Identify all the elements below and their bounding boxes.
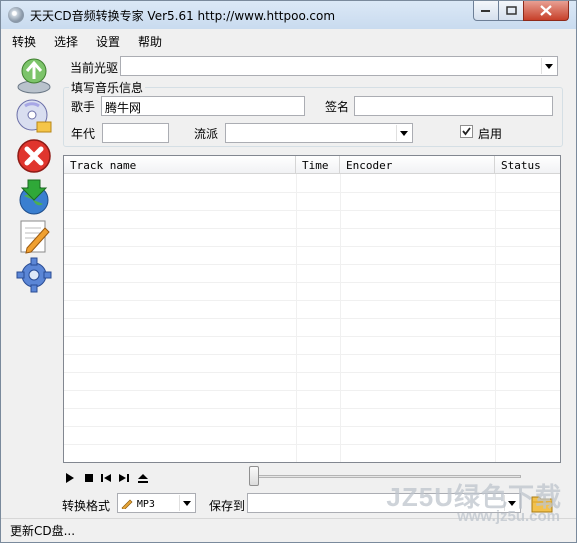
app-cd-icon	[8, 7, 24, 23]
next-icon	[119, 474, 129, 482]
save-label: 保存到	[209, 499, 246, 513]
close-button[interactable]	[523, 1, 569, 21]
menu-convert[interactable]: 转换	[1, 31, 42, 51]
year-input[interactable]	[102, 123, 169, 143]
artist-input[interactable]: 腾牛网	[101, 96, 305, 116]
next-button[interactable]	[118, 472, 130, 484]
previous-icon	[101, 474, 111, 482]
track-list[interactable]: Track name Time Encoder Status	[63, 155, 561, 463]
column-track-name[interactable]: Track name	[64, 156, 296, 174]
grid-row-line	[64, 354, 560, 355]
watermark-url: www.jz5u.com	[457, 508, 560, 525]
column-status[interactable]: Status	[495, 156, 560, 174]
minimize-button[interactable]	[473, 1, 499, 21]
format-label: 转换格式	[62, 499, 111, 513]
recycle-disc-icon	[17, 58, 51, 94]
music-info-title: 填写音乐信息	[69, 79, 146, 96]
play-icon	[66, 473, 74, 483]
grid-row-line	[64, 300, 560, 301]
grid-row-line	[64, 426, 560, 427]
sign-label: 签名	[325, 100, 350, 114]
grid-row-line	[64, 408, 560, 409]
settings-button[interactable]	[15, 256, 53, 294]
year-label: 年代	[71, 127, 96, 141]
grid-row-line	[64, 462, 560, 463]
eject-button[interactable]	[137, 472, 149, 484]
grid-row-line	[64, 318, 560, 319]
pen-icon	[121, 499, 133, 511]
stop-icon	[85, 474, 93, 482]
grid-row-line	[64, 444, 560, 445]
column-encoder[interactable]: Encoder	[340, 156, 495, 174]
enable-checkbox[interactable]	[460, 125, 473, 138]
maximize-icon	[505, 6, 517, 15]
grid-row-line	[64, 246, 560, 247]
sign-input[interactable]	[354, 96, 553, 116]
recycle-disc-button[interactable]	[15, 57, 53, 95]
grid-row-line	[64, 264, 560, 265]
previous-button[interactable]	[100, 472, 112, 484]
grid-column-line	[340, 174, 341, 462]
checkmark-icon	[462, 127, 471, 136]
stop-play-button[interactable]	[83, 472, 95, 484]
chevron-down-icon	[179, 495, 194, 511]
genre-combobox[interactable]	[225, 123, 413, 143]
maximize-button[interactable]	[498, 1, 524, 21]
stop-red-x-icon	[17, 139, 51, 173]
grid-row-line	[64, 228, 560, 229]
chevron-down-icon	[541, 58, 556, 74]
format-combobox[interactable]: MP3	[117, 493, 196, 513]
app-window: 天天CD音频转换专家 Ver5.61 http://www.httpoo.com…	[0, 0, 577, 543]
grid-row-line	[64, 372, 560, 373]
genre-label: 流派	[194, 127, 219, 141]
edit-document-icon	[20, 220, 50, 254]
stop-button[interactable]	[15, 138, 53, 176]
title-bar: 天天CD音频转换专家 Ver5.61 http://www.httpoo.com	[1, 1, 576, 29]
minimize-icon	[481, 9, 490, 12]
menu-settings[interactable]: 设置	[84, 31, 126, 51]
artist-label: 歌手	[71, 100, 96, 114]
menu-help[interactable]: 帮助	[126, 31, 168, 51]
menu-bar: 转换 选择 设置 帮助	[1, 31, 576, 51]
grid-column-line	[495, 174, 496, 462]
drive-combobox[interactable]	[120, 56, 558, 76]
enable-label: 启用	[478, 127, 503, 141]
close-icon	[540, 5, 552, 16]
chevron-down-icon	[396, 125, 411, 141]
column-time[interactable]: Time	[296, 156, 340, 174]
format-value: MP3	[136, 499, 155, 510]
settings-gear-icon	[16, 257, 52, 293]
download-globe-icon	[19, 179, 49, 215]
grid-row-line	[64, 210, 560, 211]
download-button[interactable]	[15, 178, 53, 216]
track-list-header: Track name Time Encoder Status	[64, 156, 560, 174]
seek-thumb[interactable]	[249, 466, 259, 486]
menu-select[interactable]: 选择	[42, 31, 84, 51]
grid-column-line	[296, 174, 297, 462]
open-disc-folder-icon	[16, 99, 52, 133]
grid-row-line	[64, 390, 560, 391]
grid-row-line	[64, 282, 560, 283]
status-text: 更新CD盘...	[10, 524, 76, 538]
edit-button[interactable]	[15, 218, 53, 256]
window-title: 天天CD音频转换专家 Ver5.61 http://www.httpoo.com	[30, 9, 336, 23]
eject-icon	[138, 474, 148, 483]
grid-row-line	[64, 336, 560, 337]
play-button[interactable]	[64, 472, 76, 484]
drive-label: 当前光驱	[70, 61, 119, 75]
grid-row-line	[64, 192, 560, 193]
open-disc-button[interactable]	[15, 98, 53, 136]
